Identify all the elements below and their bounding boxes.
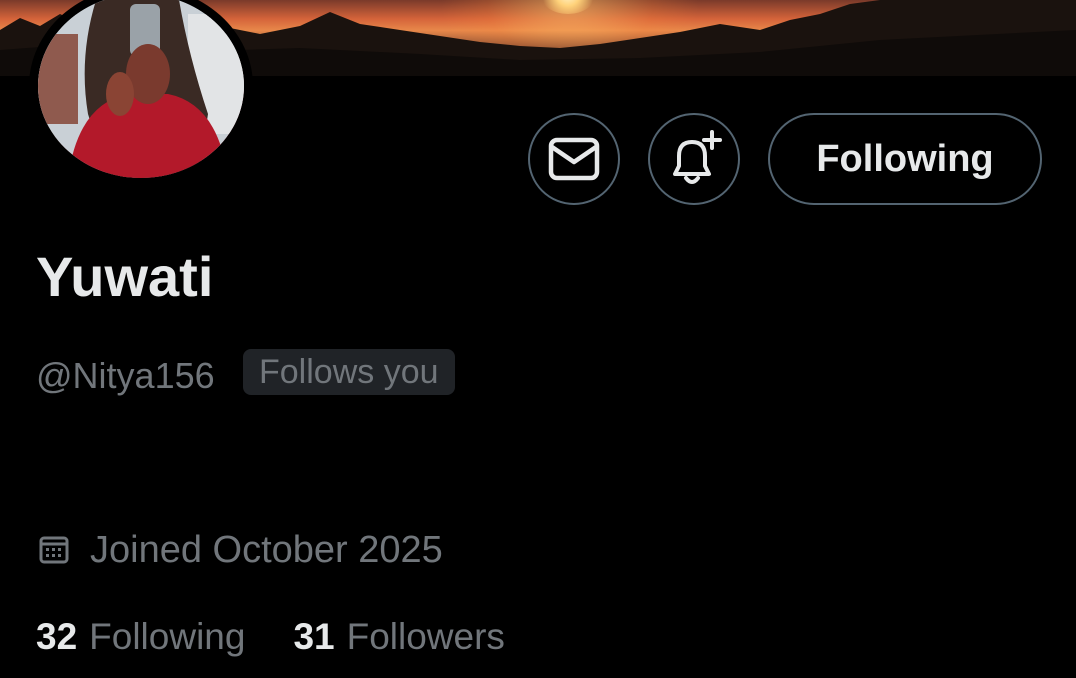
avatar-photo: [38, 0, 244, 178]
following-button-label: Following: [816, 137, 994, 180]
follow-stats: 32 Following 31 Followers: [36, 614, 505, 660]
followers-count: 31: [293, 616, 335, 657]
following-count-link[interactable]: 32 Following: [36, 616, 245, 658]
following-label: Following: [89, 616, 246, 657]
display-name: Yuwati: [36, 245, 214, 308]
message-button[interactable]: [528, 113, 620, 205]
follows-you-badge: Follows you: [243, 349, 455, 395]
calendar-icon: [39, 536, 69, 564]
bell-plus-icon: [673, 130, 722, 184]
followers-count-link[interactable]: 31 Followers: [293, 616, 504, 658]
following-button[interactable]: Following: [768, 113, 1042, 205]
mail-icon: [548, 137, 600, 181]
following-count: 32: [36, 616, 78, 657]
profile-avatar[interactable]: [29, 0, 253, 186]
notifications-button[interactable]: [648, 113, 740, 205]
user-handle: @Nitya156: [36, 355, 215, 396]
joined-text: Joined October 2025: [90, 528, 443, 571]
joined-date: Joined October 2025: [38, 528, 443, 572]
followers-label: Followers: [346, 616, 505, 657]
